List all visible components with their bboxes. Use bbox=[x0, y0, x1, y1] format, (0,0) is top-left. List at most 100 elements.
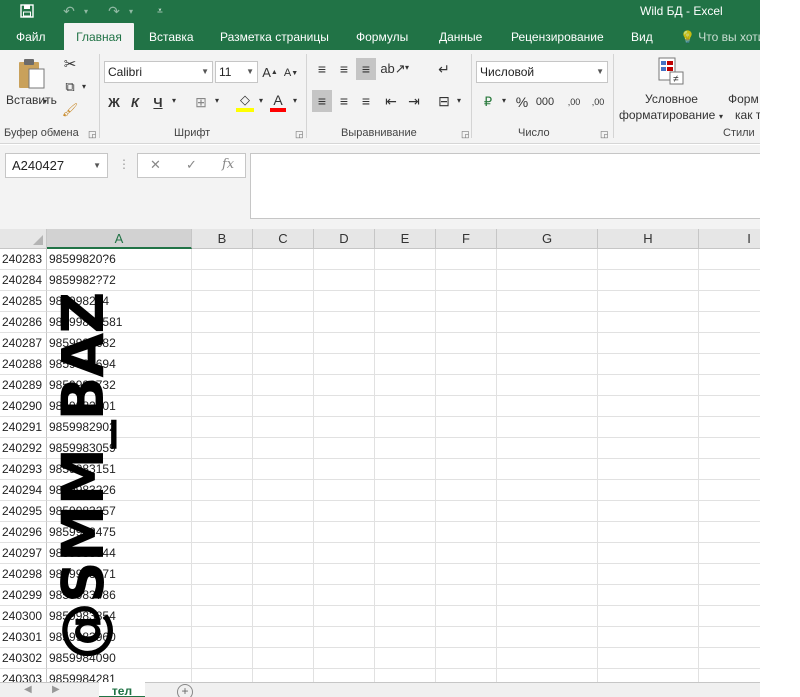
cell-f[interactable] bbox=[436, 333, 497, 354]
cell-f[interactable] bbox=[436, 585, 497, 606]
cell-g[interactable] bbox=[497, 669, 598, 682]
borders-dropdown-icon[interactable]: ▾ bbox=[213, 96, 221, 105]
cell-b[interactable] bbox=[192, 354, 253, 375]
cell-b[interactable] bbox=[192, 669, 253, 682]
cell-h[interactable] bbox=[598, 522, 699, 543]
cell-d[interactable] bbox=[314, 312, 375, 333]
cell-e[interactable] bbox=[375, 270, 436, 291]
cell-g[interactable] bbox=[497, 333, 598, 354]
formula-bar-grip-icon[interactable]: ⋮ bbox=[118, 157, 130, 171]
cell-e[interactable] bbox=[375, 480, 436, 501]
cell-h[interactable] bbox=[598, 354, 699, 375]
cell-d[interactable] bbox=[314, 417, 375, 438]
cell-d[interactable] bbox=[314, 249, 375, 270]
cell-d[interactable] bbox=[314, 648, 375, 669]
cell-c[interactable] bbox=[253, 585, 314, 606]
customize-qat-icon[interactable]: ⩡ bbox=[152, 0, 168, 23]
cell-e[interactable] bbox=[375, 627, 436, 648]
cell-c[interactable] bbox=[253, 333, 314, 354]
row-header[interactable]: 240292 bbox=[0, 438, 47, 459]
font-color-icon[interactable]: A bbox=[270, 92, 286, 112]
row-header[interactable]: 240289 bbox=[0, 375, 47, 396]
align-top-icon[interactable]: ≡ bbox=[312, 58, 332, 80]
cell-c[interactable] bbox=[253, 354, 314, 375]
cell-c[interactable] bbox=[253, 564, 314, 585]
decrease-indent-icon[interactable]: ⇤ bbox=[381, 90, 401, 112]
row-header[interactable]: 240286 bbox=[0, 312, 47, 333]
cell-i[interactable] bbox=[699, 438, 760, 459]
alignment-launcher-icon[interactable]: ◲ bbox=[461, 129, 470, 140]
cell-f[interactable] bbox=[436, 522, 497, 543]
cell-b[interactable] bbox=[192, 627, 253, 648]
cell-g[interactable] bbox=[497, 249, 598, 270]
cell-e[interactable] bbox=[375, 564, 436, 585]
sheet-prev-icon[interactable]: ◀ bbox=[24, 684, 32, 695]
cell-g[interactable] bbox=[497, 501, 598, 522]
cell-c[interactable] bbox=[253, 522, 314, 543]
tell-me-search[interactable]: 💡 Что вы хоти bbox=[678, 23, 760, 50]
cell-c[interactable] bbox=[253, 648, 314, 669]
cell-g[interactable] bbox=[497, 480, 598, 501]
cell-b[interactable] bbox=[192, 480, 253, 501]
cell-c[interactable] bbox=[253, 438, 314, 459]
orientation-dropdown-icon[interactable]: ▾ bbox=[403, 63, 411, 72]
format-painter-icon[interactable]: 🖌 bbox=[60, 100, 80, 120]
conditional-formatting-icon[interactable]: ≠ bbox=[657, 57, 685, 85]
row-header[interactable]: 240283 bbox=[0, 249, 47, 270]
tab-review[interactable]: Рецензирование bbox=[509, 23, 606, 50]
cell-i[interactable] bbox=[699, 606, 760, 627]
cell-b[interactable] bbox=[192, 270, 253, 291]
cell-c[interactable] bbox=[253, 396, 314, 417]
row-header[interactable]: 240297 bbox=[0, 543, 47, 564]
cell-a[interactable]: 9859982?72 bbox=[47, 270, 192, 291]
tab-data[interactable]: Данные bbox=[437, 23, 484, 50]
cell-i[interactable] bbox=[699, 543, 760, 564]
row-header[interactable]: 240287 bbox=[0, 333, 47, 354]
cell-c[interactable] bbox=[253, 270, 314, 291]
cell-f[interactable] bbox=[436, 438, 497, 459]
cell-i[interactable] bbox=[699, 669, 760, 682]
cell-i[interactable] bbox=[699, 270, 760, 291]
cell-f[interactable] bbox=[436, 375, 497, 396]
cell-c[interactable] bbox=[253, 606, 314, 627]
format-as-table-label-1[interactable]: Форм bbox=[728, 92, 759, 106]
align-center-icon[interactable]: ≡ bbox=[334, 90, 354, 112]
font-size-select[interactable]: 11 ▼ bbox=[215, 61, 258, 83]
redo-icon[interactable]: ↷ bbox=[103, 0, 125, 23]
cell-e[interactable] bbox=[375, 669, 436, 682]
column-header-a[interactable]: A bbox=[47, 229, 192, 249]
cell-f[interactable] bbox=[436, 459, 497, 480]
cell-f[interactable] bbox=[436, 249, 497, 270]
cell-g[interactable] bbox=[497, 291, 598, 312]
cell-b[interactable] bbox=[192, 333, 253, 354]
align-right-icon[interactable]: ≡ bbox=[356, 90, 376, 112]
column-header-g[interactable]: G bbox=[497, 229, 598, 249]
name-box[interactable]: A240427 ▼ bbox=[5, 153, 108, 178]
orientation-icon[interactable]: ab↗ bbox=[380, 58, 405, 80]
cell-g[interactable] bbox=[497, 564, 598, 585]
row-header[interactable]: 240288 bbox=[0, 354, 47, 375]
cell-d[interactable] bbox=[314, 438, 375, 459]
cell-d[interactable] bbox=[314, 501, 375, 522]
cell-c[interactable] bbox=[253, 543, 314, 564]
column-header-d[interactable]: D bbox=[314, 229, 375, 249]
column-header-i[interactable]: I bbox=[699, 229, 760, 249]
cell-c[interactable] bbox=[253, 312, 314, 333]
increase-indent-icon[interactable]: ⇥ bbox=[404, 90, 424, 112]
cell-i[interactable] bbox=[699, 501, 760, 522]
cell-b[interactable] bbox=[192, 459, 253, 480]
cell-h[interactable] bbox=[598, 648, 699, 669]
cell-h[interactable] bbox=[598, 375, 699, 396]
cell-i[interactable] bbox=[699, 480, 760, 501]
cell-i[interactable] bbox=[699, 522, 760, 543]
row-header[interactable]: 240296 bbox=[0, 522, 47, 543]
number-format-select[interactable]: Числовой ▼ bbox=[476, 61, 608, 83]
underline-dropdown-icon[interactable]: ▾ bbox=[170, 96, 178, 105]
cell-f[interactable] bbox=[436, 270, 497, 291]
cell-e[interactable] bbox=[375, 291, 436, 312]
cell-d[interactable] bbox=[314, 627, 375, 648]
italic-button[interactable]: К bbox=[128, 92, 142, 112]
cell-f[interactable] bbox=[436, 354, 497, 375]
cell-e[interactable] bbox=[375, 438, 436, 459]
cell-b[interactable] bbox=[192, 564, 253, 585]
